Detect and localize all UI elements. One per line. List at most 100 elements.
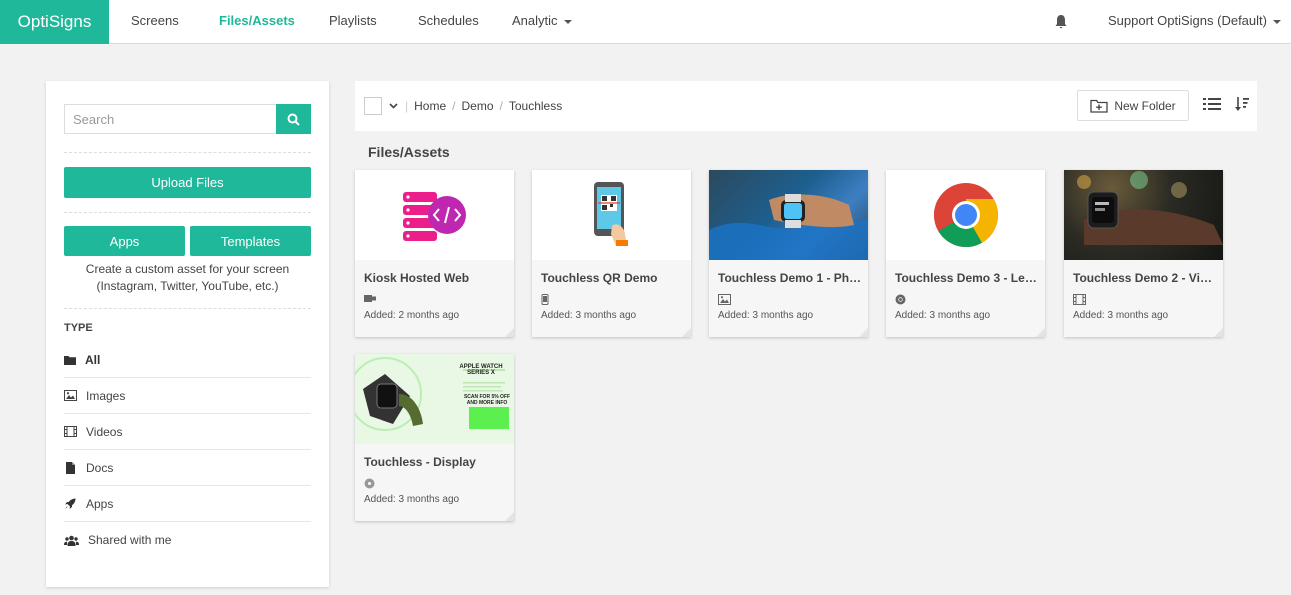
qr-phone-icon [594, 182, 628, 246]
asset-thumbnail [886, 170, 1045, 260]
bell-icon[interactable] [1054, 14, 1068, 30]
card-corner [859, 328, 868, 337]
list-view-icon[interactable] [1203, 97, 1221, 111]
apps-button[interactable]: Apps [64, 226, 185, 256]
search-button[interactable] [276, 104, 311, 134]
account-menu[interactable]: Support OptiSigns (Default) [1108, 0, 1281, 44]
nav-analytic-dropdown[interactable]: Analytic [512, 0, 572, 44]
webpage-icon [364, 295, 376, 302]
type-filter-apps[interactable]: Apps [64, 486, 311, 522]
divider [64, 152, 311, 153]
chevron-down-icon [1272, 19, 1281, 24]
display-headline: APPLE WATCH SERIES X [459, 364, 503, 376]
assets-toolbar: | Home / Demo / Touchless New Folder [355, 81, 1257, 131]
asset-card[interactable]: Touchless Demo 2 - Video... Added: 3 mon… [1064, 170, 1223, 337]
asset-card[interactable]: Touchless QR Demo Added: 3 months ago [532, 170, 691, 337]
chevron-down-icon[interactable] [389, 103, 398, 109]
film-icon [1073, 294, 1086, 305]
custom-asset-hint-line: Create a custom asset for your screen [85, 262, 290, 276]
asset-info: Kiosk Hosted Web Added: 2 months ago [355, 260, 514, 337]
asset-info: Touchless QR Demo Added: 3 months ago [532, 260, 691, 337]
breadcrumb-divider: | [405, 99, 409, 113]
nav-playlists[interactable]: Playlists [329, 0, 377, 44]
sort-icon[interactable] [1235, 97, 1249, 112]
type-filter-all[interactable]: All [64, 342, 311, 378]
asset-name: Kiosk Hosted Web [364, 271, 470, 285]
smartwatch-photo [709, 194, 868, 260]
type-filter-label: Shared with me [88, 533, 172, 547]
asset-added-date: Added: 2 months ago [364, 310, 460, 321]
asset-card[interactable]: Kiosk Hosted Web Added: 2 months ago [355, 170, 514, 337]
webpage-icon [403, 192, 466, 241]
type-filter-videos[interactable]: Videos [64, 414, 311, 450]
card-corner [1214, 328, 1223, 337]
upload-files-button[interactable]: Upload Files [64, 167, 311, 198]
templates-button[interactable]: Templates [190, 226, 311, 256]
type-filter-label: All [85, 352, 101, 367]
new-folder-button[interactable]: New Folder [1077, 90, 1189, 121]
search-icon [287, 113, 300, 126]
card-corner [1036, 328, 1045, 337]
type-heading: TYPE [64, 322, 93, 334]
type-filter-docs[interactable]: Docs [64, 450, 311, 486]
breadcrumb: | Home / Demo / Touchless [405, 99, 562, 113]
asset-card[interactable]: Touchless Demo 3 - Lead ... Added: 3 mon… [886, 170, 1045, 337]
asset-card[interactable]: Touchless Demo 1 - Photo... Added: 3 mon… [709, 170, 868, 337]
card-corner [682, 328, 691, 337]
asset-thumbnail [1064, 170, 1223, 260]
account-label: Support OptiSigns (Default) [1108, 13, 1267, 28]
nav-schedules[interactable]: Schedules [418, 0, 479, 44]
custom-asset-hint-line: (Instagram, Twitter, YouTube, etc.) [96, 279, 279, 293]
nav-screens[interactable]: Screens [131, 0, 179, 44]
top-navbar: OptiSigns Screens Files/Assets Playlists… [0, 0, 1291, 44]
filter-sidebar: Upload Files Apps Templates Create a cus… [46, 81, 329, 587]
select-all-checkbox[interactable] [364, 97, 382, 115]
asset-added-date: Added: 3 months ago [718, 310, 814, 321]
breadcrumb-separator: / [499, 99, 503, 113]
image-icon [718, 294, 731, 305]
chevron-down-icon [563, 19, 572, 24]
asset-thumbnail [532, 170, 691, 260]
asset-added-date: Added: 3 months ago [895, 310, 991, 321]
asset-info: Touchless Demo 2 - Video... Added: 3 mon… [1064, 260, 1223, 337]
smartwatch-video-still [1077, 171, 1223, 245]
divider [64, 212, 311, 213]
type-filter-label: Images [86, 388, 126, 403]
type-filter-label: Docs [86, 460, 114, 475]
asset-thumbnail [355, 170, 514, 260]
disc-icon [364, 478, 375, 489]
asset-info: Touchless - Display Added: 3 months ago [355, 444, 514, 521]
asset-info: Touchless Demo 3 - Lead ... Added: 3 mon… [886, 260, 1045, 337]
mobile-icon [541, 294, 549, 305]
type-filter-label: Videos [86, 424, 123, 439]
folder-icon [64, 355, 76, 365]
section-title: Files/Assets [368, 144, 450, 160]
asset-added-date: Added: 3 months ago [1073, 310, 1169, 321]
film-icon [64, 426, 77, 437]
asset-name: Touchless Demo 3 - Lead ... [895, 271, 1040, 285]
asset-name: Touchless Demo 2 - Video... [1073, 271, 1218, 285]
nav-files-assets[interactable]: Files/Assets [219, 0, 295, 44]
brand-logo[interactable]: OptiSigns [0, 0, 109, 44]
breadcrumb-touchless[interactable]: Touchless [509, 99, 562, 113]
breadcrumb-home[interactable]: Home [414, 99, 446, 113]
asset-added-date: Added: 3 months ago [364, 494, 460, 505]
search-input[interactable] [64, 104, 276, 134]
divider [64, 308, 311, 309]
image-icon [64, 390, 77, 401]
type-filter-images[interactable]: Images [64, 378, 311, 414]
display-offer: SCAN FOR 5% OFF AND MORE INFO [463, 394, 511, 406]
type-filter-shared[interactable]: Shared with me [64, 522, 311, 558]
new-folder-label: New Folder [1114, 98, 1176, 113]
folder-plus-icon [1090, 99, 1108, 113]
custom-asset-hint: Create a custom asset for your screen (I… [64, 261, 311, 295]
asset-name: Touchless QR Demo [541, 271, 658, 285]
breadcrumb-demo[interactable]: Demo [461, 99, 493, 113]
chrome-icon [895, 294, 906, 305]
asset-card[interactable]: APPLE WATCH SERIES X SCAN FOR 5% OFF AND… [355, 354, 514, 521]
asset-name: Touchless Demo 1 - Photo... [718, 271, 863, 285]
document-icon [66, 461, 75, 474]
display-offer-line: AND MORE INFO [466, 400, 508, 406]
asset-thumbnail [709, 170, 868, 260]
users-icon [64, 535, 79, 546]
